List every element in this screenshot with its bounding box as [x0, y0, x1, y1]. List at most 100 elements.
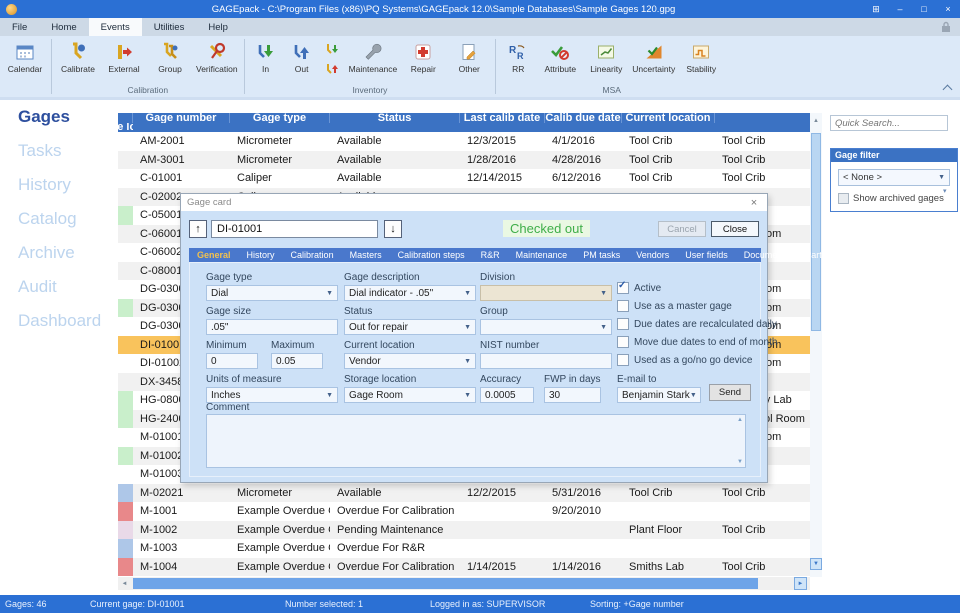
- nav-item[interactable]: Dashboard: [0, 304, 115, 338]
- dialog-tab[interactable]: User fields: [677, 248, 736, 262]
- email-to-dropdown[interactable]: Benjamin Stark▼: [617, 387, 701, 403]
- fwp-days-input[interactable]: 30: [544, 387, 601, 403]
- scroll-up-icon[interactable]: ▲: [810, 115, 822, 127]
- dialog-close-icon[interactable]: ×: [747, 197, 761, 209]
- horizontal-scrollbar[interactable]: ◄ ►: [118, 577, 810, 590]
- dialog-tab[interactable]: PM tasks: [575, 248, 628, 262]
- vertical-scrollbar[interactable]: ▲ ▼: [810, 113, 822, 577]
- group-dropdown[interactable]: ▼: [480, 319, 612, 335]
- table-row[interactable]: AM-2001 Micrometer Available 12/3/2015 4…: [118, 132, 810, 151]
- linearity-button[interactable]: Linearity: [583, 37, 629, 74]
- dialog-checkbox[interactable]: Move due dates to end of month: [617, 336, 777, 348]
- col-current-location[interactable]: Current location: [622, 113, 715, 123]
- table-row[interactable]: C-01001 Caliper Available 12/14/2015 6/1…: [118, 169, 810, 188]
- dialog-tab[interactable]: Documents: [736, 248, 798, 262]
- col-status[interactable]: Status: [330, 113, 460, 123]
- dialog-checkbox[interactable]: Used as a go/no go device: [617, 354, 752, 366]
- dialog-tab[interactable]: Parts: [797, 248, 834, 262]
- nav-item[interactable]: Audit: [0, 270, 115, 304]
- scroll-left-icon[interactable]: ◄: [118, 577, 131, 590]
- gage-number-input[interactable]: [211, 220, 378, 238]
- ribbon-tab[interactable]: Events: [89, 18, 142, 36]
- check-in-button[interactable]: In: [248, 37, 284, 74]
- next-gage-button[interactable]: ↓: [384, 220, 402, 238]
- nist-number-input[interactable]: [480, 353, 612, 369]
- table-row[interactable]: M-1002 Example Overdue Gage Pending Main…: [118, 521, 810, 540]
- dialog-tab[interactable]: General: [189, 248, 239, 262]
- dialog-tab[interactable]: History: [239, 248, 283, 262]
- close-icon[interactable]: ×: [936, 0, 960, 18]
- show-archived-checkbox[interactable]: Show archived gages: [838, 193, 944, 204]
- dialog-checkbox[interactable]: Active: [617, 282, 661, 294]
- accuracy-input[interactable]: 0.0005: [480, 387, 534, 403]
- quick-search-input[interactable]: [830, 115, 948, 131]
- table-row[interactable]: M-1003 Example Overdue Gage Overdue For …: [118, 539, 810, 558]
- nav-item[interactable]: History: [0, 168, 115, 202]
- dialog-tab[interactable]: Maintenance: [508, 248, 576, 262]
- vertical-scroll-thumb[interactable]: [811, 133, 821, 331]
- minimum-input[interactable]: 0: [206, 353, 258, 369]
- dialog-tab[interactable]: Calibration steps: [390, 248, 473, 262]
- gage-size-input[interactable]: .05": [206, 319, 338, 335]
- cancel-button[interactable]: Cancel: [658, 221, 706, 237]
- horizontal-scroll-thumb[interactable]: [133, 578, 758, 589]
- table-row[interactable]: M-1001 Example Overdue Gage Overdue For …: [118, 502, 810, 521]
- verification-button[interactable]: Verification: [193, 37, 241, 74]
- close-button[interactable]: Close: [711, 221, 759, 237]
- col-last-calib[interactable]: Last calib date: [460, 113, 545, 123]
- dialog-tab[interactable]: Vendors: [628, 248, 677, 262]
- maximize-icon[interactable]: □: [912, 0, 936, 18]
- minimize-icon[interactable]: –: [888, 0, 912, 18]
- calendar-button[interactable]: Calendar: [2, 37, 48, 74]
- uncertainty-button[interactable]: Uncertainty: [629, 37, 678, 74]
- mini-move-in-icon[interactable]: [324, 40, 342, 58]
- gage-type-dropdown[interactable]: Dial▼: [206, 285, 338, 301]
- other-event-button[interactable]: Other: [446, 37, 492, 74]
- dialog-tab[interactable]: R&R: [473, 248, 508, 262]
- table-row[interactable]: AM-3001 Micrometer Available 1/28/2016 4…: [118, 151, 810, 170]
- ribbon-tab[interactable]: Help: [196, 18, 240, 36]
- ribbon-tab[interactable]: Utilities: [142, 18, 197, 36]
- mini-move-out-icon[interactable]: [324, 60, 342, 78]
- nav-item[interactable]: Tasks: [0, 134, 115, 168]
- status-dropdown[interactable]: Out for repair▼: [344, 319, 476, 335]
- dialog-checkbox[interactable]: Due dates are recalculated daily: [617, 318, 777, 330]
- send-email-button[interactable]: Send: [709, 384, 751, 401]
- collapse-ribbon-icon[interactable]: [944, 83, 952, 91]
- scroll-right-icon[interactable]: ►: [794, 577, 807, 590]
- gage-filter-dropdown[interactable]: < None > ▼: [838, 169, 950, 186]
- group-button[interactable]: Group: [147, 37, 193, 74]
- units-dropdown[interactable]: Inches▼: [206, 387, 338, 403]
- dialog-title-bar[interactable]: Gage card ×: [181, 194, 767, 211]
- maintenance-button[interactable]: Maintenance: [346, 37, 401, 74]
- previous-gage-button[interactable]: ↑: [189, 220, 207, 238]
- scroll-down-icon[interactable]: ▼: [810, 558, 822, 570]
- division-dropdown[interactable]: ▼: [480, 285, 612, 301]
- repair-button[interactable]: Repair: [400, 37, 446, 74]
- table-row[interactable]: M-02021 Micrometer Available 12/2/2015 5…: [118, 484, 810, 503]
- scroll-down-icon[interactable]: ▼: [737, 459, 743, 465]
- storage-location-dropdown[interactable]: Gage Room▼: [344, 387, 476, 403]
- maximum-input[interactable]: 0.05: [271, 353, 323, 369]
- col-storage-location[interactable]: Storage location: [118, 123, 133, 133]
- nav-item[interactable]: Archive: [0, 236, 115, 270]
- nav-item[interactable]: Gages: [0, 100, 115, 134]
- scroll-up-icon[interactable]: ▲: [737, 417, 743, 423]
- attribute-button[interactable]: Attribute: [537, 37, 583, 74]
- dialog-checkbox[interactable]: Use as a master gage: [617, 300, 732, 312]
- col-gage-type[interactable]: Gage type: [230, 113, 330, 123]
- comment-textarea[interactable]: ▲ ▼: [206, 414, 746, 468]
- table-row[interactable]: M-1004 Example Overdue Gage Overdue For …: [118, 558, 810, 577]
- dialog-tab[interactable]: Masters: [342, 248, 390, 262]
- theme-icon[interactable]: ⊞: [864, 0, 888, 18]
- dialog-tab[interactable]: Calibration: [283, 248, 342, 262]
- rr-study-button[interactable]: RR RR: [499, 37, 537, 74]
- check-out-button[interactable]: Out: [284, 37, 320, 74]
- stability-button[interactable]: Stability: [678, 37, 724, 74]
- external-button[interactable]: External: [101, 37, 147, 74]
- col-gage-number[interactable]: Gage number: [133, 113, 230, 123]
- ribbon-tab[interactable]: Home: [39, 18, 88, 36]
- col-calib-due[interactable]: Calib due date: [545, 113, 622, 123]
- gage-description-dropdown[interactable]: Dial indicator - .05"▼: [344, 285, 476, 301]
- calibrate-button[interactable]: Calibrate: [55, 37, 101, 74]
